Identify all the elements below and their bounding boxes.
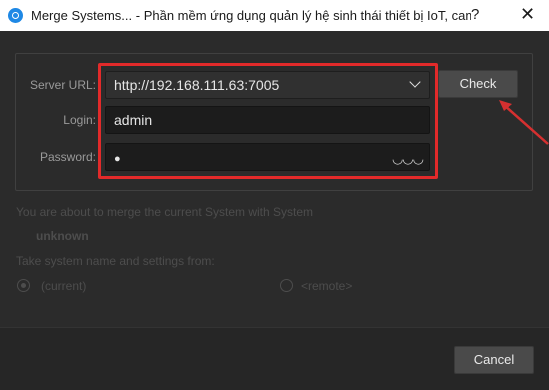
radio-current[interactable]: [17, 279, 30, 292]
annotation-arrow: [499, 100, 549, 145]
chevron-down-icon[interactable]: [409, 76, 421, 88]
merge-message: You are about to merge the current Syste…: [16, 205, 314, 219]
password-label: Password:: [39, 150, 96, 164]
title-bar: Merge Systems... - Phần mềm ứng dụng quả…: [0, 0, 549, 31]
login-value: admin: [114, 112, 153, 128]
window-title: Merge Systems... - Phần mềm ứng dụng quả…: [31, 8, 471, 23]
cancel-button[interactable]: Cancel: [454, 346, 534, 374]
server-url-value: http://192.168.111.63:7005: [114, 77, 280, 93]
take-settings-label: Take system name and settings from:: [16, 254, 215, 268]
close-icon[interactable]: ✕: [520, 4, 535, 25]
password-mask: ●: [114, 153, 121, 165]
app-logo-icon: [8, 8, 23, 23]
radio-current-label: (current): [41, 279, 87, 293]
server-url-combobox[interactable]: http://192.168.111.63:7005: [105, 71, 430, 99]
check-button[interactable]: Check: [438, 70, 518, 98]
server-url-label: Server URL:: [29, 78, 96, 92]
help-icon[interactable]: ?: [471, 6, 479, 23]
remote-system-name: unknown: [36, 229, 89, 243]
login-label: Login:: [63, 113, 96, 127]
radio-remote[interactable]: [280, 279, 293, 292]
password-input[interactable]: ● ◡◡◡: [105, 143, 430, 171]
eye-closed-icon[interactable]: ◡◡◡: [392, 146, 424, 172]
radio-remote-label: <remote>: [301, 279, 353, 293]
login-input[interactable]: admin: [105, 106, 430, 134]
